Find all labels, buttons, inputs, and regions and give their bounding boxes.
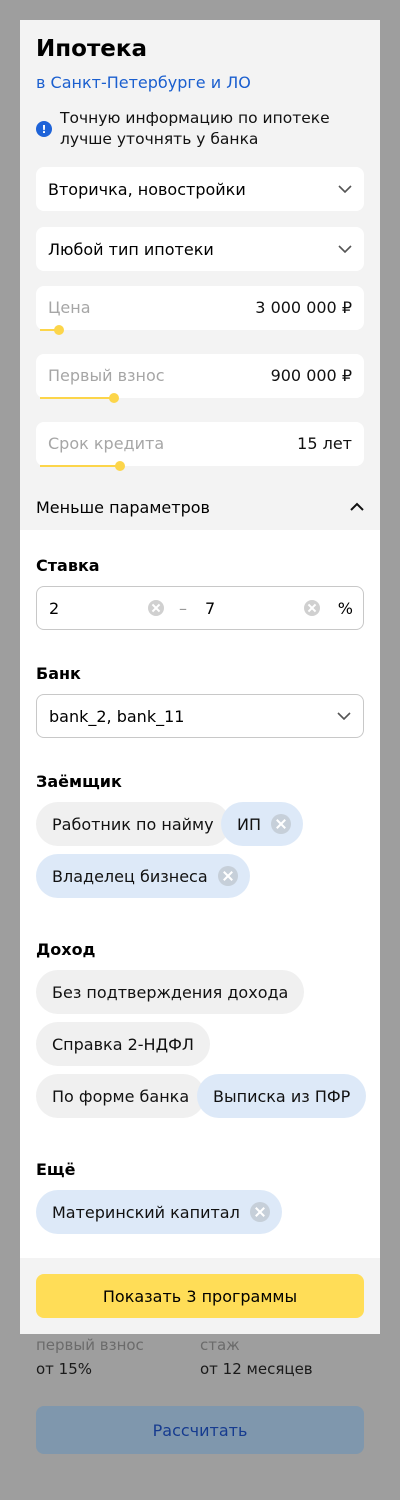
toggle-label: Меньше параметров bbox=[36, 498, 210, 517]
slider-track bbox=[40, 397, 114, 399]
rate-title: Ставка bbox=[36, 556, 100, 575]
summary-value: от 12 месяцев bbox=[200, 1360, 313, 1378]
mortgage-type-select[interactable]: Любой тип ипотеки bbox=[36, 227, 364, 271]
clear-icon[interactable] bbox=[148, 600, 164, 616]
remove-icon[interactable] bbox=[217, 866, 238, 886]
more-chip[interactable]: Материнский капитал bbox=[36, 1190, 282, 1234]
chip-label: Работник по найму bbox=[52, 814, 214, 834]
income-chip[interactable]: По форме банка bbox=[36, 1074, 206, 1118]
term-value: 15 лет bbox=[297, 434, 352, 453]
rate-from-input[interactable]: 2 bbox=[49, 599, 59, 618]
market-select-value: Вторичка, новостройки bbox=[48, 179, 246, 199]
chevron-down-icon bbox=[338, 245, 352, 253]
background-page: первый взнос от 15% стаж от 12 месяцев Р… bbox=[0, 1330, 400, 1500]
chevron-down-icon bbox=[338, 185, 352, 193]
page-title: Ипотека bbox=[36, 36, 148, 62]
range-dash: – bbox=[179, 599, 187, 618]
price-value: 3 000 000 ₽ bbox=[255, 298, 352, 317]
rate-range-input: 2 – 7 % bbox=[36, 586, 364, 630]
remove-icon[interactable] bbox=[249, 1202, 270, 1222]
summary-value: от 15% bbox=[36, 1360, 93, 1378]
more-title: Ещё bbox=[36, 1160, 76, 1179]
borrower-chip[interactable]: Владелец бизнеса bbox=[36, 854, 250, 898]
down-payment-summary: первый взнос от 15% bbox=[36, 1336, 144, 1378]
mortgage-type-value: Любой тип ипотеки bbox=[48, 239, 214, 259]
slider-handle[interactable] bbox=[108, 393, 119, 403]
experience-summary: стаж от 12 месяцев bbox=[200, 1336, 313, 1378]
calculate-button[interactable]: Рассчитать bbox=[36, 1406, 364, 1454]
chevron-down-icon bbox=[337, 712, 351, 720]
income-chip[interactable]: Выписка из ПФР bbox=[197, 1074, 367, 1118]
chip-label: Без подтверждения дохода bbox=[52, 982, 289, 1002]
price-slider-field[interactable]: Цена 3 000 000 ₽ bbox=[36, 286, 364, 335]
clear-icon[interactable] bbox=[304, 600, 320, 616]
chip-label: Выписка из ПФР bbox=[213, 1086, 351, 1106]
slider-handle[interactable] bbox=[115, 461, 125, 471]
chevron-up-icon bbox=[350, 502, 364, 511]
show-programs-button[interactable]: Показать 3 программы bbox=[36, 1274, 364, 1318]
fewer-params-toggle[interactable]: Меньше параметров bbox=[36, 498, 364, 517]
remove-icon[interactable] bbox=[271, 814, 291, 834]
price-placeholder: Цена bbox=[48, 298, 91, 317]
chip-label: Владелец бизнеса bbox=[52, 866, 208, 886]
summary-label: стаж bbox=[200, 1336, 240, 1354]
info-icon: ! bbox=[36, 121, 52, 137]
term-slider-field[interactable]: Срок кредита 15 лет bbox=[36, 422, 364, 471]
region-link[interactable]: в Санкт-Петербурге и ЛО bbox=[36, 73, 251, 92]
term-placeholder: Срок кредита bbox=[48, 434, 165, 453]
income-chip[interactable]: Справка 2-НДФЛ bbox=[36, 1022, 210, 1066]
rate-to-input[interactable]: 7 bbox=[205, 599, 215, 618]
income-chip[interactable]: Без подтверждения дохода bbox=[36, 970, 305, 1014]
chip-label: Материнский капитал bbox=[52, 1202, 240, 1222]
borrower-chip[interactable]: ИП bbox=[221, 802, 303, 846]
down-payment-value: 900 000 ₽ bbox=[270, 366, 352, 385]
summary-label: первый взнос bbox=[36, 1336, 144, 1354]
chip-label: ИП bbox=[237, 814, 261, 834]
bank-select[interactable]: bank_2, bank_11 bbox=[36, 694, 364, 738]
percent-unit: % bbox=[337, 599, 353, 618]
chip-label: Справка 2-НДФЛ bbox=[52, 1034, 194, 1054]
bank-select-value: bank_2, bank_11 bbox=[49, 706, 185, 726]
borrower-title: Заёмщик bbox=[36, 772, 122, 791]
info-text: Точную информацию по ипотеке лучше уточн… bbox=[60, 109, 330, 148]
panel-footer: Показать 3 программы bbox=[20, 1258, 380, 1334]
down-payment-slider-field[interactable]: Первый взнос 900 000 ₽ bbox=[36, 354, 364, 403]
info-notice: ! Точную информацию по ипотеке лучше уто… bbox=[36, 108, 366, 150]
borrower-chip[interactable]: Работник по найму bbox=[36, 802, 230, 846]
filter-panel: Ипотека в Санкт-Петербурге и ЛО ! Точную… bbox=[20, 20, 380, 1334]
market-select[interactable]: Вторичка, новостройки bbox=[36, 167, 364, 211]
slider-track bbox=[40, 465, 120, 467]
bank-title: Банк bbox=[36, 664, 81, 683]
income-title: Доход bbox=[36, 940, 96, 959]
down-payment-placeholder: Первый взнос bbox=[48, 366, 165, 385]
chip-label: По форме банка bbox=[52, 1086, 190, 1106]
